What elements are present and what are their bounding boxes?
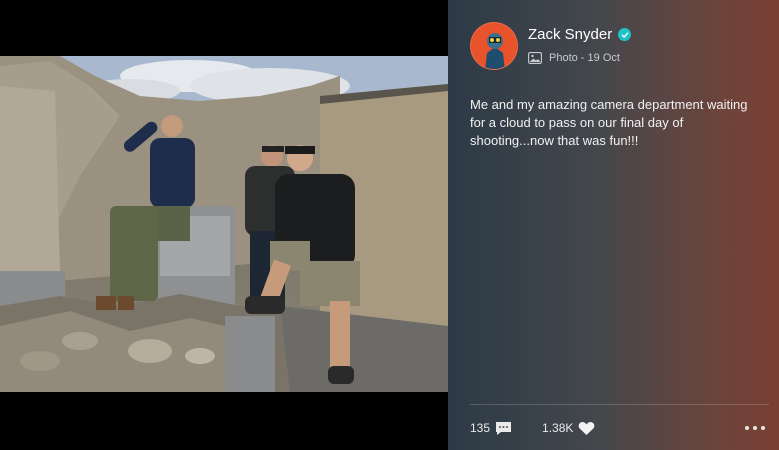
verified-icon xyxy=(618,28,632,41)
more-icon[interactable] xyxy=(741,426,765,430)
author-name[interactable]: Zack Snyder xyxy=(528,26,612,43)
post-meta: Zack Snyder Photo - 19 Oct xyxy=(528,22,632,64)
meta-separator: - xyxy=(577,52,588,64)
post-date: 19 Oct xyxy=(587,52,620,64)
avatar[interactable] xyxy=(470,22,518,70)
comments-button[interactable]: 135 xyxy=(470,421,512,436)
media-pane xyxy=(0,0,448,450)
post-actions: 135 1.38K xyxy=(470,417,765,439)
post-caption: Me and my amazing camera department wait… xyxy=(470,97,748,148)
photo-icon xyxy=(528,52,542,64)
divider xyxy=(470,404,769,405)
like-count: 1.38K xyxy=(542,421,574,435)
comment-icon xyxy=(496,421,512,435)
author-row: Zack Snyder xyxy=(528,26,632,43)
post-header: Zack Snyder Photo - 19 Oct xyxy=(470,22,632,70)
comment-count: 135 xyxy=(470,421,491,435)
post-photo[interactable] xyxy=(0,56,448,392)
media-type-label: Photo xyxy=(549,52,578,64)
heart-icon xyxy=(579,421,595,435)
post-details-panel: Zack Snyder Photo - 19 Oct Me and my ama… xyxy=(448,0,779,450)
post-viewer: Zack Snyder Photo - 19 Oct Me and my ama… xyxy=(0,0,779,450)
post-subtitle: Photo - 19 Oct xyxy=(528,52,631,64)
likes-button[interactable]: 1.38K xyxy=(542,421,595,436)
